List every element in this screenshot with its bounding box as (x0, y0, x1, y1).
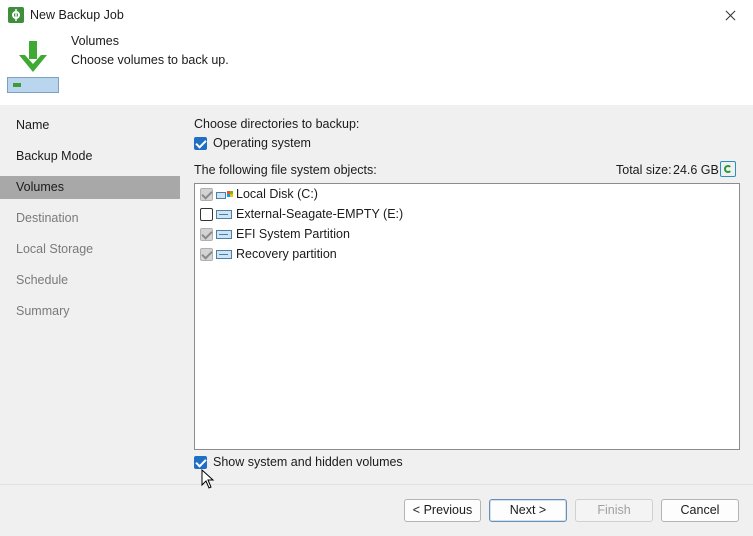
volume-label: External-Seagate-EMPTY (E:) (236, 207, 404, 221)
wizard-header: Volumes Choose volumes to back up. (0, 31, 753, 105)
finish-button: Finish (575, 499, 653, 522)
total-size-value: 24.6 GB (673, 163, 719, 177)
download-arrow-icon (19, 41, 47, 72)
volume-icon (216, 230, 232, 239)
window-title: New Backup Job (30, 8, 124, 22)
show-hidden-volumes-checkbox[interactable] (194, 456, 207, 469)
volume-label: EFI System Partition (236, 227, 350, 241)
volumes-backup-icon (7, 41, 59, 95)
show-hidden-volumes-label[interactable]: Show system and hidden volumes (213, 455, 403, 469)
drive-icon (7, 77, 59, 93)
previous-button[interactable]: < Previous (404, 499, 481, 522)
list-item[interactable]: Local Disk (C:) (195, 184, 739, 204)
list-item[interactable]: External-Seagate-EMPTY (E:) (195, 204, 739, 224)
file-system-objects-label: The following file system objects: (194, 163, 377, 177)
close-button[interactable] (707, 0, 753, 31)
sidebar-item-local-storage: Local Storage (16, 242, 94, 256)
list-item[interactable]: Recovery partition (195, 244, 739, 264)
wizard-footer: < Previous Next > Finish Cancel (0, 484, 753, 536)
total-size-label: Total size: (616, 163, 672, 177)
operating-system-checkbox[interactable] (194, 137, 207, 150)
volume-checkbox[interactable] (200, 188, 213, 201)
app-icon (8, 7, 24, 23)
step-subtitle: Choose volumes to back up. (71, 53, 229, 67)
list-item[interactable]: EFI System Partition (195, 224, 739, 244)
step-title: Volumes (71, 34, 119, 48)
sidebar-item-destination: Destination (16, 211, 79, 225)
sidebar-item-volumes[interactable]: Volumes (0, 176, 180, 199)
volume-checkbox[interactable] (200, 228, 213, 241)
refresh-icon[interactable] (720, 161, 736, 177)
volume-label: Recovery partition (236, 247, 337, 261)
title-bar: New Backup Job (0, 0, 753, 31)
next-button[interactable]: Next > (489, 499, 567, 522)
volume-checkbox[interactable] (200, 208, 213, 221)
volume-icon (216, 250, 232, 259)
cancel-button[interactable]: Cancel (661, 499, 739, 522)
choose-directories-label: Choose directories to backup: (194, 117, 360, 131)
sidebar-item-schedule: Schedule (16, 273, 69, 287)
volumes-panel: Choose directories to backup: Operating … (180, 105, 753, 484)
sidebar-item-summary: Summary (16, 304, 70, 318)
volumes-list[interactable]: Local Disk (C:) External-Seagate-EMPTY (… (194, 183, 740, 450)
mouse-cursor-icon (201, 469, 215, 489)
operating-system-label[interactable]: Operating system (213, 136, 311, 150)
volume-icon (216, 210, 232, 219)
windows-drive-icon (216, 188, 233, 200)
volume-label: Local Disk (C:) (236, 187, 318, 201)
sidebar-item-backup-mode[interactable]: Backup Mode (0, 145, 180, 168)
sidebar-item-name[interactable]: Name (0, 114, 180, 137)
wizard-steps-sidebar: Name Backup Mode Volumes Destination Loc… (0, 105, 180, 484)
volume-checkbox[interactable] (200, 248, 213, 261)
